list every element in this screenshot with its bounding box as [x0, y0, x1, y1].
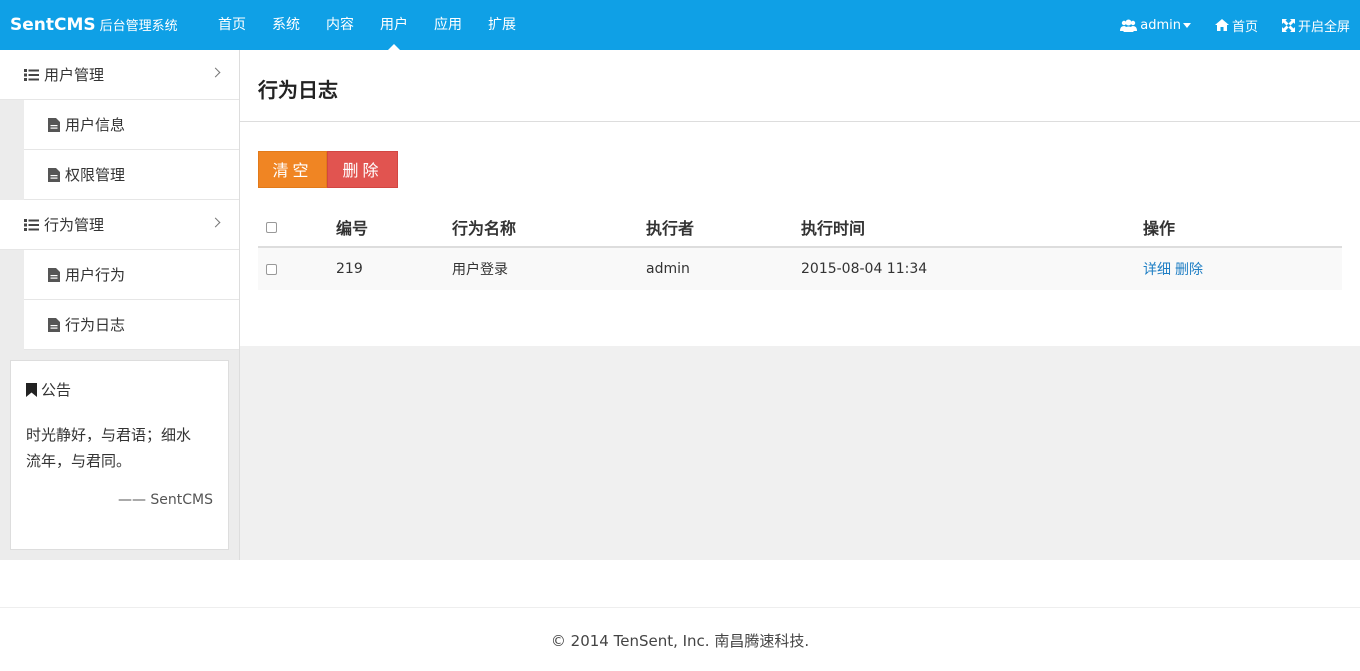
sidebar-item-user-behavior[interactable]: 用户行为 — [24, 250, 239, 300]
sidebar-group-user-management[interactable]: 用户管理 — [0, 50, 239, 100]
header-id[interactable]: 编号 — [336, 208, 368, 246]
notice-title-text: 公告 — [41, 381, 72, 399]
fullscreen-icon — [1281, 18, 1295, 32]
chevron-right-icon — [210, 67, 221, 78]
nav-item-user[interactable]: 用户 — [367, 0, 421, 50]
bookmark-icon — [26, 382, 37, 397]
nav-item-apps[interactable]: 应用 — [421, 0, 475, 50]
file-icon — [48, 167, 60, 182]
main-panel: 行为日志 清空 删除 编号 行为名称 执行者 执行时间 操作 219 用户登录 … — [240, 50, 1360, 346]
cell-id: 219 — [336, 261, 363, 277]
sidebar: 用户管理 用户信息 权限管理 行为管理 用户行为 行为日志 公告 时光静好，与君… — [0, 50, 240, 560]
header-time[interactable]: 执行时间 — [801, 208, 865, 246]
table-row: 219 用户登录 admin 2015-08-04 11:34 详细 删除 — [258, 248, 1342, 290]
sidebar-item-label: 行为日志 — [65, 316, 126, 334]
file-icon — [48, 267, 60, 282]
title-divider — [240, 121, 1360, 122]
cell-ops: 详细 删除 — [1143, 248, 1207, 290]
detail-link[interactable]: 详细 — [1143, 259, 1171, 279]
user-menu[interactable]: admin — [1120, 18, 1191, 33]
nav-item-home[interactable]: 首页 — [205, 0, 259, 50]
list-icon — [24, 68, 39, 81]
file-icon — [48, 117, 60, 132]
notice-line: 时光静好，与君语；细水 — [26, 426, 192, 444]
notice-title: 公告 — [26, 379, 213, 400]
footer-copyright: © 2014 TenSent, Inc. 南昌腾速科技. — [550, 632, 810, 650]
home-link[interactable]: 首页 — [1214, 16, 1258, 35]
delete-button[interactable]: 删除 — [327, 151, 398, 188]
nav-right: admin 首页 开启全屏 — [1096, 0, 1350, 50]
fullscreen-label: 开启全屏 — [1297, 19, 1350, 35]
list-icon — [24, 218, 39, 231]
table-header: 编号 行为名称 执行者 执行时间 操作 — [258, 208, 1342, 248]
sidebar-group-label: 用户管理 — [44, 66, 105, 84]
page-title: 行为日志 — [258, 78, 338, 102]
sidebar-item-label: 权限管理 — [65, 166, 126, 184]
notice-signature: —— SentCMS — [117, 492, 213, 508]
caret-down-icon — [1182, 22, 1191, 28]
brand-name: SentCMS — [10, 15, 96, 35]
row-select-cell — [266, 248, 277, 290]
log-table: 编号 行为名称 执行者 执行时间 操作 219 用户登录 admin 2015-… — [258, 208, 1342, 290]
brand[interactable]: SentCMS 后台管理系统 — [10, 0, 178, 50]
main-nav: 首页 系统 内容 用户 应用 扩展 — [205, 0, 529, 50]
header-action[interactable]: 行为名称 — [452, 208, 516, 246]
user-name: admin — [1140, 17, 1181, 33]
sidebar-item-user-info[interactable]: 用户信息 — [24, 100, 239, 150]
notice-line: 流年，与君同。 — [26, 452, 132, 470]
nav-item-extend[interactable]: 扩展 — [475, 0, 529, 50]
select-all-cell — [266, 208, 277, 246]
sidebar-item-behavior-log[interactable]: 行为日志 — [24, 300, 239, 350]
nav-item-content[interactable]: 内容 — [313, 0, 367, 50]
sidebar-item-label: 用户信息 — [65, 116, 126, 134]
row-checkbox[interactable] — [266, 263, 277, 275]
brand-subtitle: 后台管理系统 — [99, 19, 178, 34]
file-icon — [48, 317, 60, 332]
sidebar-group-label: 行为管理 — [44, 216, 105, 234]
nav-item-system[interactable]: 系统 — [259, 0, 313, 50]
header-executor[interactable]: 执行者 — [646, 208, 694, 246]
cell-action: 用户登录 — [452, 262, 508, 278]
footer-divider — [0, 607, 1360, 608]
sidebar-item-label: 用户行为 — [65, 266, 126, 284]
chevron-right-icon — [210, 217, 221, 228]
notice-text: 时光静好，与君语；细水 流年，与君同。 — [26, 422, 213, 474]
cell-time: 2015-08-04 11:34 — [801, 261, 928, 277]
cell-executor: admin — [646, 261, 690, 277]
users-icon — [1120, 19, 1138, 32]
home-link-label: 首页 — [1231, 19, 1258, 35]
header-ops: 操作 — [1143, 219, 1176, 238]
row-delete-link[interactable]: 删除 — [1175, 259, 1203, 279]
home-icon — [1214, 19, 1229, 31]
sidebar-group-behavior-management[interactable]: 行为管理 — [0, 200, 239, 250]
top-navbar: SentCMS 后台管理系统 首页 系统 内容 用户 应用 扩展 admin 首页 — [0, 0, 1360, 50]
sidebar-item-permissions[interactable]: 权限管理 — [24, 150, 239, 200]
notice-panel: 公告 时光静好，与君语；细水 流年，与君同。 —— SentCMS — [10, 360, 229, 550]
clear-button[interactable]: 清空 — [258, 151, 327, 188]
fullscreen-toggle[interactable]: 开启全屏 — [1281, 16, 1350, 35]
select-all-checkbox[interactable] — [266, 221, 277, 233]
